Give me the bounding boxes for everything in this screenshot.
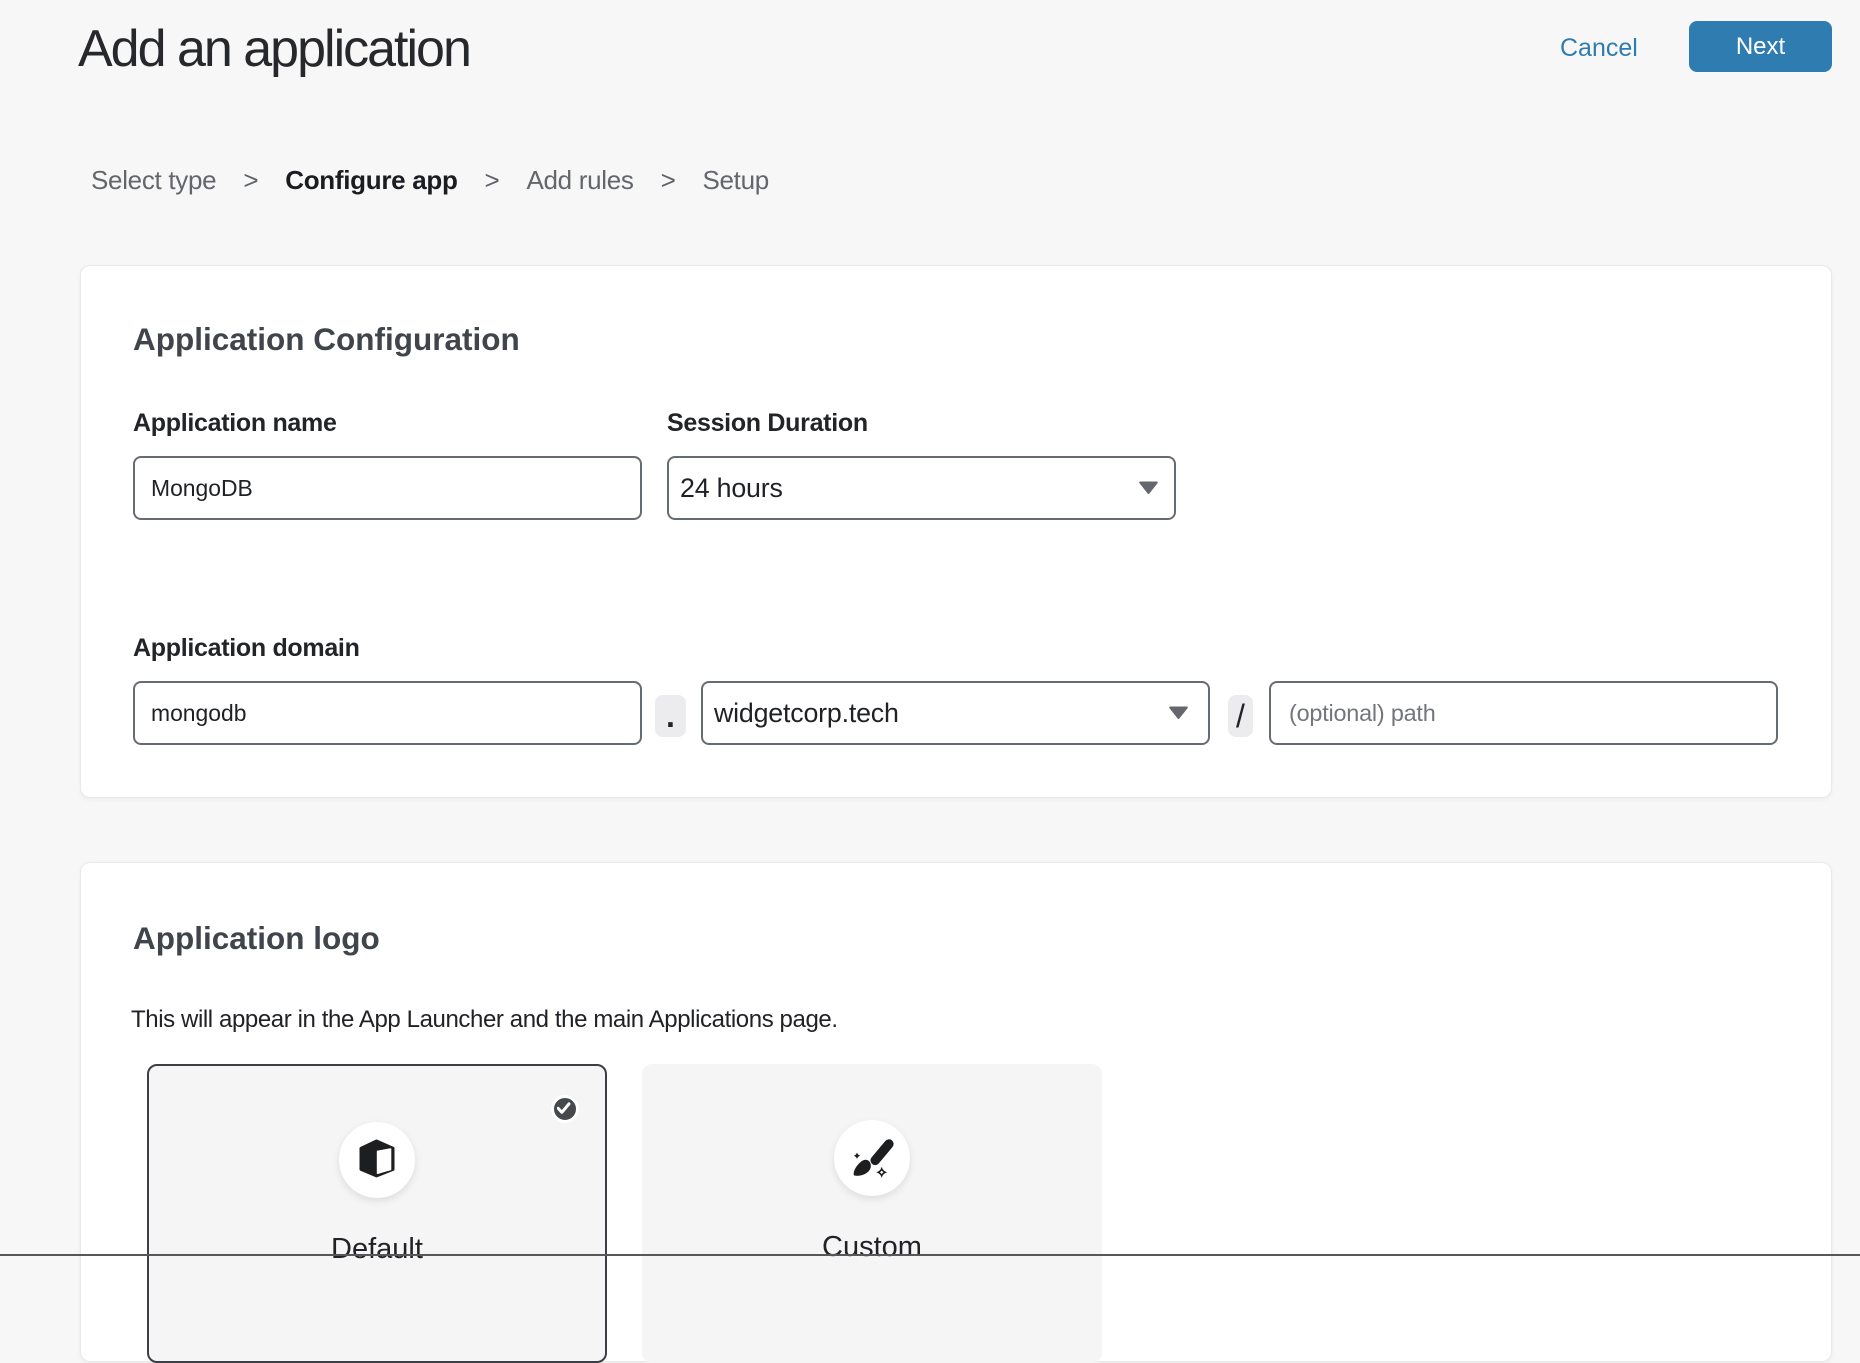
check-icon	[557, 1101, 573, 1117]
breadcrumb-step-select-type[interactable]: Select type	[91, 167, 216, 193]
application-logo-description: This will appear in the App Launcher and…	[131, 1008, 838, 1032]
application-name-input[interactable]: MongoDB	[133, 456, 642, 520]
session-duration-select[interactable]: 24 hours	[667, 456, 1176, 520]
application-name-value: MongoDB	[135, 475, 253, 502]
application-name-label: Application name	[133, 411, 337, 436]
subdomain-input[interactable]: mongodb	[133, 681, 642, 745]
domain-dot-separator: .	[655, 695, 686, 737]
breadcrumb-separator: >	[485, 167, 500, 193]
path-placeholder: (optional) path	[1271, 700, 1436, 727]
selected-check-badge	[551, 1095, 579, 1123]
path-input[interactable]: (optional) path	[1269, 681, 1778, 745]
session-duration-label: Session Duration	[667, 411, 868, 436]
domain-select[interactable]: widgetcorp.tech	[701, 681, 1210, 745]
logo-option-default-label: Default	[149, 1233, 605, 1266]
breadcrumb-step-setup[interactable]: Setup	[702, 167, 768, 193]
page-title: Add an application	[78, 23, 470, 75]
next-button[interactable]: Next	[1689, 21, 1832, 72]
logo-option-default[interactable]: Default	[147, 1064, 607, 1363]
chevron-down-icon	[1168, 706, 1189, 720]
application-domain-label: Application domain	[133, 636, 360, 661]
application-configuration-card: Application Configuration Application na…	[80, 265, 1832, 798]
breadcrumb-separator: >	[661, 167, 676, 193]
default-logo-circle	[339, 1122, 415, 1198]
breadcrumb: Select type > Configure app > Add rules …	[91, 167, 769, 193]
breadcrumb-step-configure-app[interactable]: Configure app	[285, 167, 457, 193]
path-slash-separator: /	[1228, 695, 1253, 737]
paint-brush-icon	[850, 1136, 894, 1180]
custom-logo-circle	[834, 1120, 910, 1196]
subdomain-value: mongodb	[135, 700, 246, 727]
logo-option-custom-label: Custom	[642, 1231, 1102, 1264]
logo-option-custom[interactable]: Custom	[642, 1064, 1102, 1363]
cube-icon	[355, 1138, 399, 1182]
application-logo-card: Application logo This will appear in the…	[80, 862, 1832, 1362]
breadcrumb-step-add-rules[interactable]: Add rules	[526, 167, 633, 193]
session-duration-value: 24 hours	[669, 473, 783, 504]
breadcrumb-separator: >	[243, 167, 258, 193]
domain-value: widgetcorp.tech	[703, 698, 899, 729]
chevron-down-icon	[1138, 481, 1159, 495]
application-logo-heading: Application logo	[133, 923, 380, 955]
application-configuration-heading: Application Configuration	[133, 324, 520, 356]
cancel-button[interactable]: Cancel	[1560, 36, 1638, 61]
